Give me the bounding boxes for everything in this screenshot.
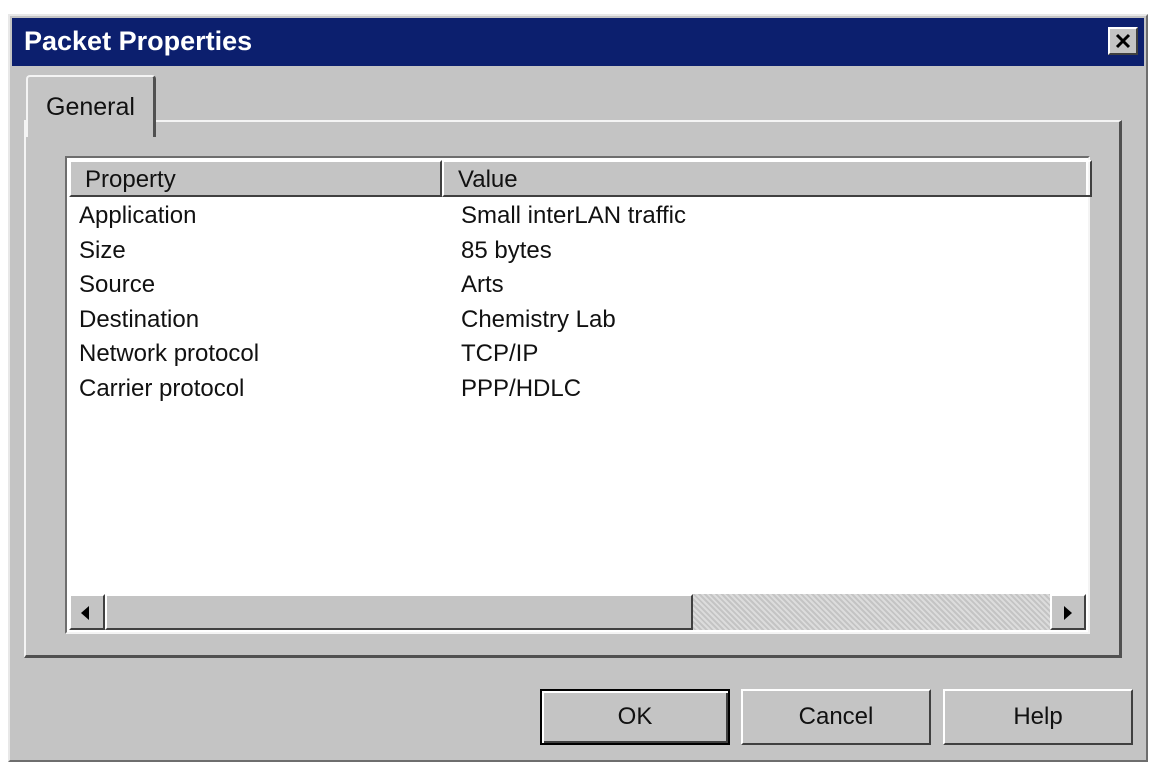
arrow-right-icon [1064, 606, 1072, 620]
close-icon [1115, 33, 1131, 49]
ok-button[interactable]: OK [540, 689, 730, 745]
column-header-property-label: Property [85, 166, 176, 193]
list-row[interactable]: Application Small interLAN traffic [79, 202, 1088, 237]
property-cell: Carrier protocol [79, 374, 245, 402]
value-cell: TCP/IP [461, 340, 539, 367]
value-cell: Small interLAN traffic [461, 202, 686, 229]
close-button[interactable] [1108, 27, 1138, 55]
list-rows: Application Small interLAN traffic Size … [79, 202, 1088, 409]
column-header-value-label: Value [458, 166, 518, 193]
tab-general-label: General [46, 93, 135, 121]
arrow-left-icon [81, 606, 89, 620]
list-row[interactable]: Source Arts [79, 271, 1088, 306]
value-cell: 85 bytes [461, 236, 552, 264]
property-cell: Application [79, 202, 197, 229]
list-header: Property Value [69, 160, 1092, 197]
value-cell: Chemistry Lab [461, 305, 616, 333]
column-header-property[interactable]: Property [69, 160, 442, 197]
value-cell: PPP/HDLC [461, 374, 582, 402]
list-row[interactable]: Destination Chemistry Lab [79, 306, 1088, 341]
property-list[interactable]: Property Value Application Small interLA… [65, 156, 1092, 634]
scroll-right-button[interactable] [1050, 594, 1086, 630]
tab-general[interactable]: General [26, 75, 156, 137]
list-row[interactable]: Network protocol TCP/IP [79, 340, 1088, 375]
scroll-thumb[interactable] [105, 594, 693, 630]
property-cell: Network protocol [79, 340, 260, 367]
help-button[interactable]: Help [943, 689, 1133, 745]
column-header-value[interactable]: Value [442, 160, 1092, 197]
horizontal-scrollbar[interactable] [69, 594, 1086, 630]
cancel-button[interactable]: Cancel [741, 689, 931, 745]
property-cell: Destination [79, 305, 200, 333]
scroll-left-button[interactable] [69, 594, 105, 630]
value-cell: Arts [461, 271, 504, 298]
window-title: Packet Properties [24, 26, 253, 56]
property-cell: Source [79, 271, 156, 298]
title-bar[interactable]: Packet Properties [12, 18, 1144, 66]
list-row[interactable]: Size 85 bytes [79, 237, 1088, 272]
list-row[interactable]: Carrier protocol PPP/HDLC [79, 375, 1088, 410]
property-cell: Size [79, 236, 126, 264]
